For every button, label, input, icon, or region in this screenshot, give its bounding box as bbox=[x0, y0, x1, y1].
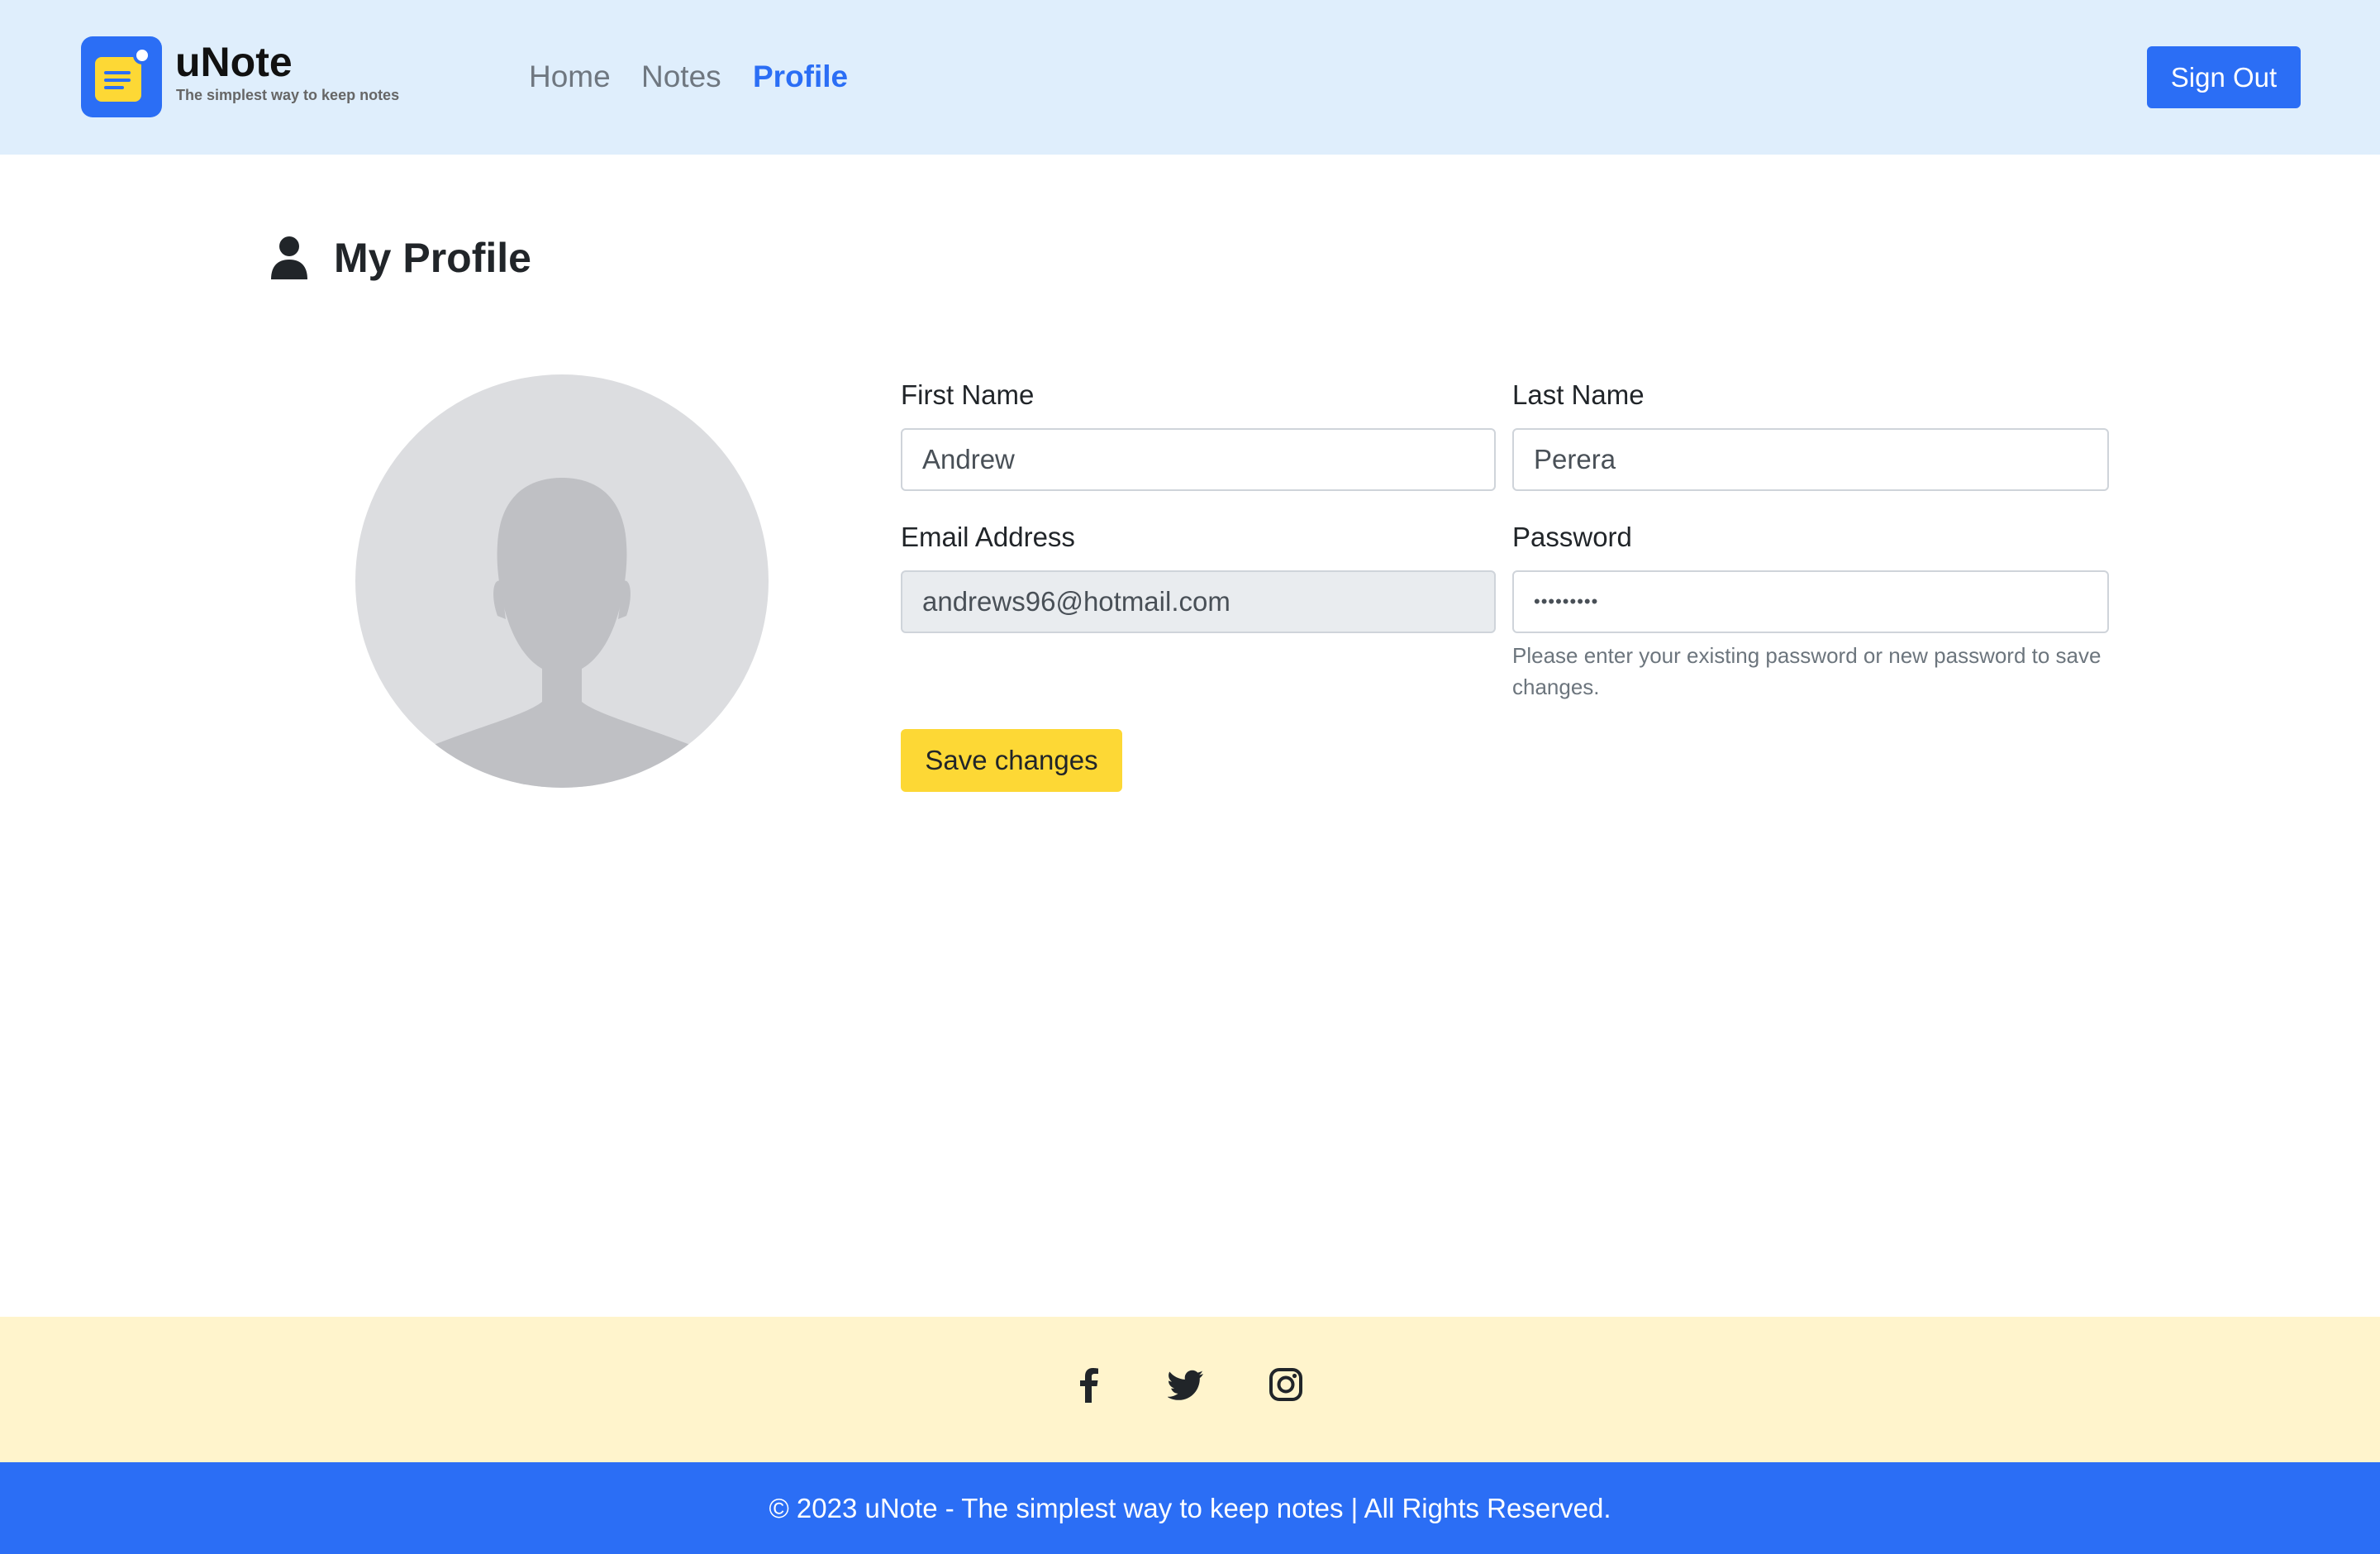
instagram-icon[interactable] bbox=[1268, 1366, 1304, 1403]
logo-line bbox=[104, 86, 124, 89]
nav-home-link[interactable]: Home bbox=[529, 58, 611, 96]
logo-notification-dot bbox=[133, 46, 151, 64]
brand-tagline: The simplest way to keep notes bbox=[176, 87, 400, 103]
first-name-label: First Name bbox=[901, 379, 1035, 410]
brand-name[interactable]: uNote bbox=[175, 38, 293, 86]
save-changes-button[interactable]: Save changes bbox=[901, 729, 1122, 792]
password-label: Password bbox=[1512, 522, 1632, 552]
password-help-text: Please enter your existing password or n… bbox=[1512, 643, 2102, 699]
page-title: My Profile bbox=[334, 235, 531, 281]
nav-notes-link[interactable]: Notes bbox=[641, 58, 721, 96]
last-name-label: Last Name bbox=[1512, 379, 1645, 410]
top-navbar: uNote The simplest way to keep notes Hom… bbox=[0, 0, 2380, 155]
default-avatar-silhouette-icon bbox=[355, 374, 769, 788]
password-input[interactable] bbox=[1512, 570, 2109, 633]
logo-line bbox=[104, 79, 131, 82]
unote-logo-icon[interactable] bbox=[81, 36, 162, 117]
nav-profile-link[interactable]: Profile bbox=[753, 58, 848, 96]
email-input[interactable] bbox=[901, 570, 1496, 633]
last-name-input[interactable] bbox=[1512, 428, 2109, 491]
person-icon bbox=[271, 236, 307, 279]
first-name-input[interactable] bbox=[901, 428, 1496, 491]
logo-line bbox=[104, 71, 131, 74]
profile-page: uNote The simplest way to keep notes Hom… bbox=[0, 0, 2380, 1554]
email-label: Email Address bbox=[901, 522, 1075, 552]
social-links-bar bbox=[0, 1317, 2380, 1462]
copyright-bar: © 2023 uNote - The simplest way to keep … bbox=[0, 1462, 2380, 1554]
facebook-icon[interactable] bbox=[1071, 1366, 1107, 1403]
sign-out-button[interactable]: Sign Out bbox=[2147, 46, 2301, 108]
logo-note-shape bbox=[95, 57, 141, 102]
copyright-text: © 2023 uNote - The simplest way to keep … bbox=[769, 1493, 1611, 1523]
twitter-icon[interactable] bbox=[1168, 1366, 1204, 1403]
